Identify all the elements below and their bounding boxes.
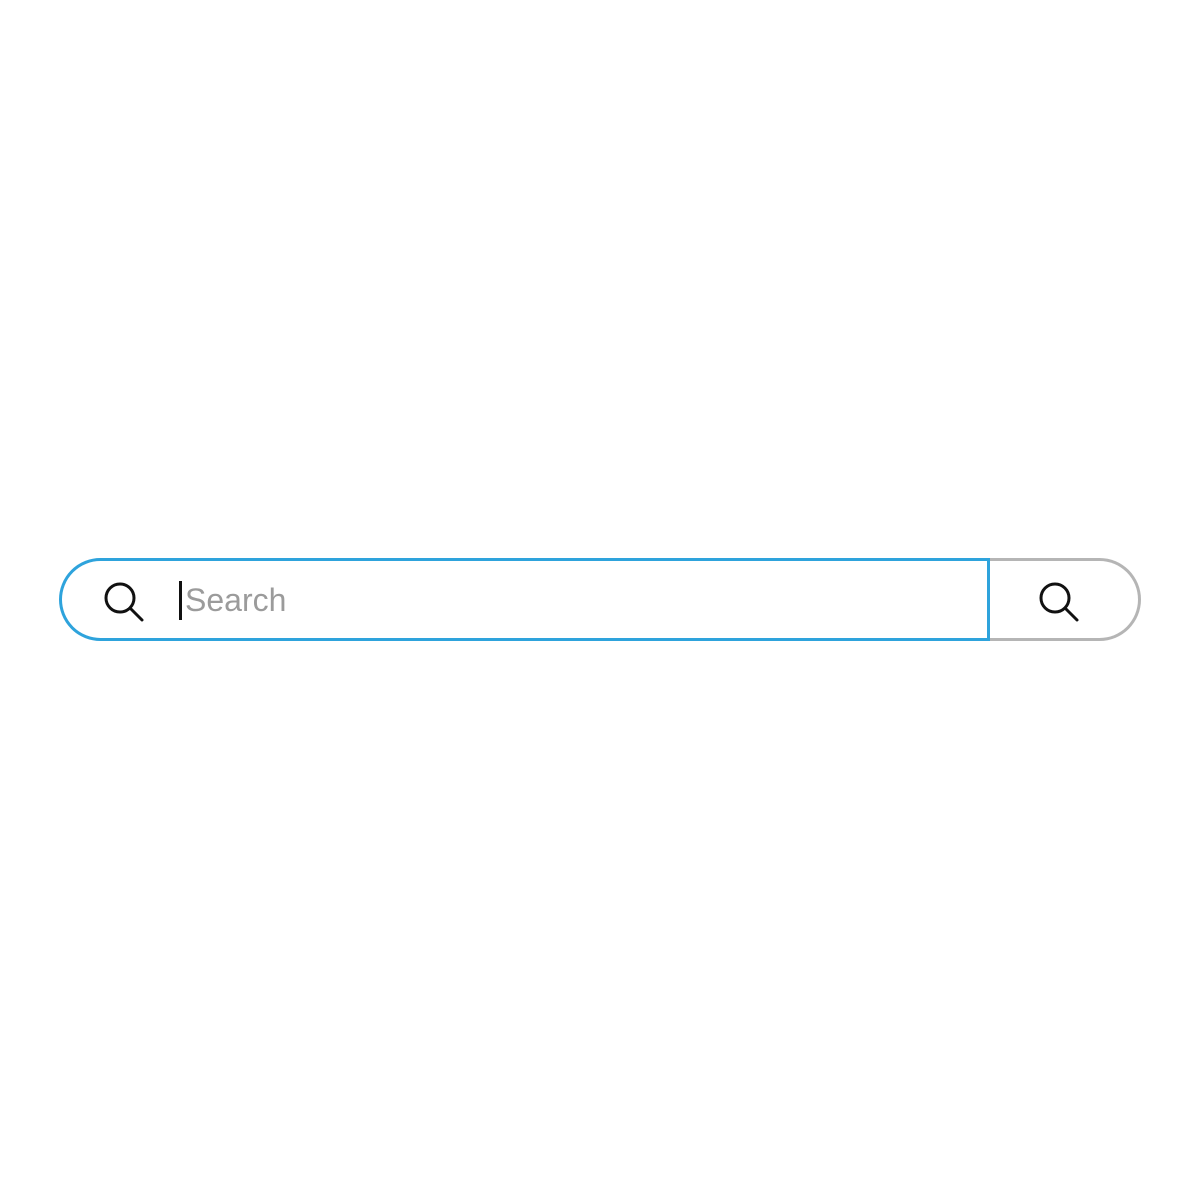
search-icon: [1039, 582, 1079, 622]
search-bar: [59, 558, 1141, 641]
search-button[interactable]: [990, 558, 1141, 641]
search-input[interactable]: [185, 575, 945, 625]
search-icon: [104, 582, 144, 622]
page: [0, 0, 1200, 1200]
search-field[interactable]: [59, 558, 990, 641]
text-cursor: [179, 581, 182, 620]
